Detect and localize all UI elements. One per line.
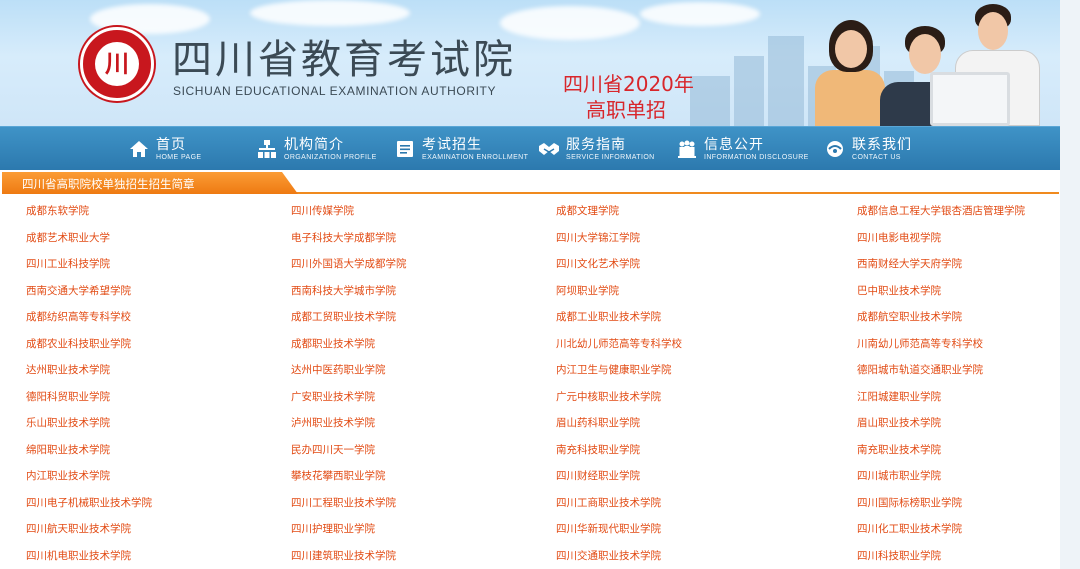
nav-sublabel: ORGANIZATION PROFILE xyxy=(284,153,377,161)
nav-sublabel: INFORMATION DISCLOSURE xyxy=(704,153,809,161)
org-name: 四川省教育考试院 xyxy=(172,37,516,83)
school-link[interactable]: 四川财经职业学院 xyxy=(556,469,640,483)
handshake-icon xyxy=(538,138,560,160)
nav-sublabel: SERVICE INFORMATION xyxy=(566,153,655,161)
school-link[interactable]: 四川华新现代职业学院 xyxy=(556,522,661,536)
school-link[interactable]: 成都东软学院 xyxy=(26,204,89,218)
school-link[interactable]: 成都航空职业技术学院 xyxy=(857,310,962,324)
nav-contact[interactable]: 联系我们 CONTACT US xyxy=(824,127,912,171)
school-link[interactable]: 四川文化艺术学院 xyxy=(556,257,640,271)
nav-label: 信息公开 xyxy=(704,136,764,153)
school-link[interactable]: 内江卫生与健康职业学院 xyxy=(556,363,672,377)
school-link[interactable]: 成都纺织高等专科学校 xyxy=(26,310,131,324)
school-link[interactable]: 南充科技职业学院 xyxy=(556,443,640,457)
school-link[interactable]: 民办四川天一学院 xyxy=(291,443,375,457)
school-link[interactable]: 成都工业职业技术学院 xyxy=(556,310,661,324)
logo-seal[interactable]: 川 xyxy=(80,27,154,101)
school-link[interactable]: 四川电影电视学院 xyxy=(857,231,941,245)
school-link[interactable]: 四川航天职业技术学院 xyxy=(26,522,131,536)
school-link[interactable]: 西南财经大学天府学院 xyxy=(857,257,962,271)
page: 川 四川省教育考试院 SICHUAN EDUCATIONAL EXAMINATI… xyxy=(0,0,1080,569)
school-link[interactable]: 四川工程职业技术学院 xyxy=(291,496,396,510)
nav-sublabel: EXAMINATION ENROLLMENT xyxy=(422,153,529,161)
school-link[interactable]: 四川化工职业技术学院 xyxy=(857,522,962,536)
right-scroll-area xyxy=(1060,0,1080,569)
nav-exam-enrollment[interactable]: 考试招生 EXAMINATION ENROLLMENT xyxy=(394,127,528,171)
school-link[interactable]: 成都农业科技职业学院 xyxy=(26,337,131,351)
contact-icon xyxy=(824,138,846,160)
school-link[interactable]: 电子科技大学成都学院 xyxy=(291,231,396,245)
school-link[interactable]: 西南交通大学希望学院 xyxy=(26,284,131,298)
nav-service[interactable]: 服务指南 SERVICE INFORMATION xyxy=(538,127,655,171)
cloud xyxy=(250,0,410,26)
school-link[interactable]: 四川外国语大学成都学院 xyxy=(291,257,407,271)
nav-sublabel: HOME PAGE xyxy=(156,153,202,161)
school-link[interactable]: 眉山药科职业学院 xyxy=(556,416,640,430)
nav-info-disclosure[interactable]: 信息公开 INFORMATION DISCLOSURE xyxy=(676,127,809,171)
school-link[interactable]: 川北幼儿师范高等专科学校 xyxy=(556,337,682,351)
school-link[interactable]: 四川国际标榜职业学院 xyxy=(857,496,962,510)
school-link[interactable]: 四川护理职业学院 xyxy=(291,522,375,536)
school-link[interactable]: 攀枝花攀西职业学院 xyxy=(291,469,386,483)
school-link[interactable]: 四川交通职业技术学院 xyxy=(556,549,661,563)
main-nav: 首页 HOME PAGE 机构简介 ORGANIZATION PROFILE 考… xyxy=(0,126,1060,170)
school-link[interactable]: 四川工业科技学院 xyxy=(26,257,110,271)
section-header: 四川省高职院校单独招生招生简章 xyxy=(2,172,1059,194)
school-link[interactable]: 四川工商职业技术学院 xyxy=(556,496,661,510)
school-link[interactable]: 江阳城建职业学院 xyxy=(857,390,941,404)
cloud xyxy=(500,6,640,40)
school-link[interactable]: 达州职业技术学院 xyxy=(26,363,110,377)
school-link[interactable]: 四川大学锦江学院 xyxy=(556,231,640,245)
people-icon xyxy=(676,138,698,160)
header-banner: 川 四川省教育考试院 SICHUAN EDUCATIONAL EXAMINATI… xyxy=(0,0,1060,126)
nav-home[interactable]: 首页 HOME PAGE xyxy=(128,127,201,171)
promo-subtitle: 高职单招 xyxy=(586,98,666,122)
school-link[interactable]: 四川电子机械职业技术学院 xyxy=(26,496,152,510)
school-link[interactable]: 绵阳职业技术学院 xyxy=(26,443,110,457)
nav-organization[interactable]: 机构简介 ORGANIZATION PROFILE xyxy=(256,127,377,171)
nav-label: 机构简介 xyxy=(284,136,344,153)
school-link[interactable]: 广元中核职业技术学院 xyxy=(556,390,661,404)
school-link[interactable]: 南充职业技术学院 xyxy=(857,443,941,457)
school-link[interactable]: 阿坝职业学院 xyxy=(556,284,619,298)
home-icon xyxy=(128,138,150,160)
school-link[interactable]: 广安职业技术学院 xyxy=(291,390,375,404)
school-link[interactable]: 巴中职业技术学院 xyxy=(857,284,941,298)
school-link[interactable]: 乐山职业技术学院 xyxy=(26,416,110,430)
org-name-en: SICHUAN EDUCATIONAL EXAMINATION AUTHORIT… xyxy=(173,84,497,98)
school-link[interactable]: 四川城市职业学院 xyxy=(857,469,941,483)
school-link[interactable]: 内江职业技术学院 xyxy=(26,469,110,483)
promo-title: 四川省2020年 xyxy=(563,72,694,96)
nav-label: 考试招生 xyxy=(422,136,482,153)
school-link[interactable]: 川南幼儿师范高等专科学校 xyxy=(857,337,983,351)
school-link[interactable]: 达州中医药职业学院 xyxy=(291,363,386,377)
school-link[interactable]: 四川建筑职业技术学院 xyxy=(291,549,396,563)
people-illustration xyxy=(795,0,1060,126)
school-link[interactable]: 四川传媒学院 xyxy=(291,204,354,218)
school-link[interactable]: 西南科技大学城市学院 xyxy=(291,284,396,298)
school-link[interactable]: 成都文理学院 xyxy=(556,204,619,218)
nav-label: 首页 xyxy=(156,136,186,153)
school-link[interactable]: 成都职业技术学院 xyxy=(291,337,375,351)
school-link[interactable]: 成都工贸职业技术学院 xyxy=(291,310,396,324)
school-link[interactable]: 眉山职业技术学院 xyxy=(857,416,941,430)
school-link[interactable]: 德阳科贸职业学院 xyxy=(26,390,110,404)
organization-icon xyxy=(256,138,278,160)
school-link[interactable]: 成都艺术职业大学 xyxy=(26,231,110,245)
section-title: 四川省高职院校单独招生招生简章 xyxy=(22,177,195,191)
nav-label: 联系我们 xyxy=(852,136,912,153)
school-link[interactable]: 四川科技职业学院 xyxy=(857,549,941,563)
school-link[interactable]: 泸州职业技术学院 xyxy=(291,416,375,430)
document-icon xyxy=(394,138,416,160)
nav-label: 服务指南 xyxy=(566,136,626,153)
school-link[interactable]: 四川机电职业技术学院 xyxy=(26,549,131,563)
school-link[interactable]: 德阳城市轨道交通职业学院 xyxy=(857,363,983,377)
school-link[interactable]: 成都信息工程大学银杏酒店管理学院 xyxy=(857,204,1025,218)
nav-sublabel: CONTACT US xyxy=(852,153,901,161)
